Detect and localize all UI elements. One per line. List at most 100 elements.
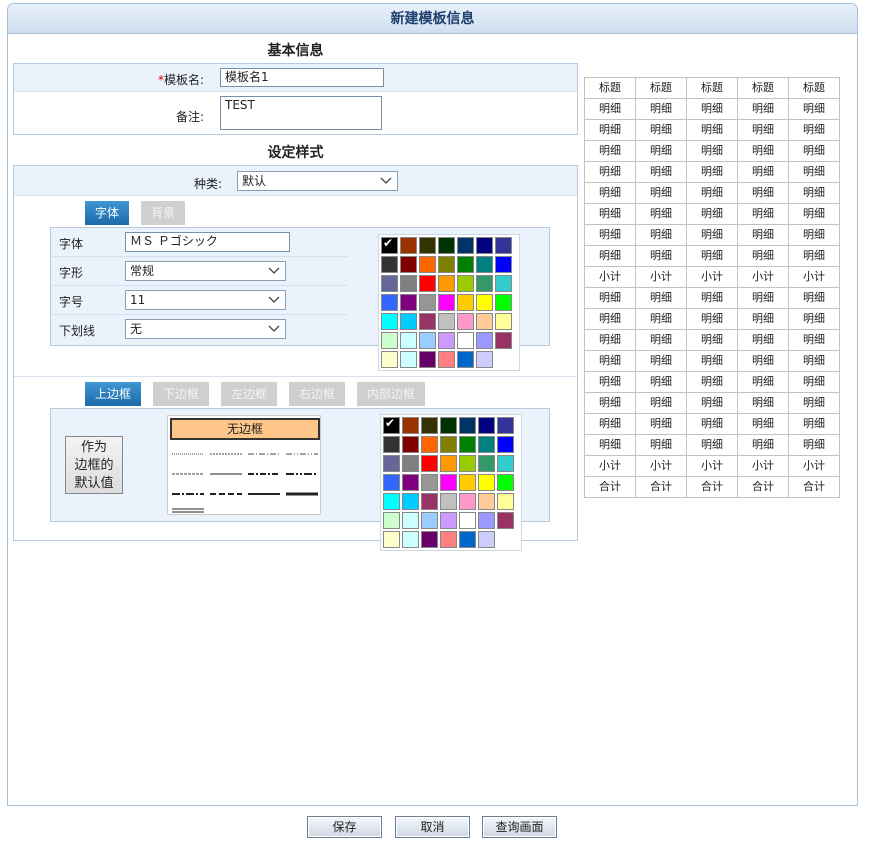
tab-right-border[interactable]: 右边框	[289, 382, 345, 406]
color-swatch[interactable]	[419, 332, 436, 349]
color-swatch[interactable]	[383, 531, 400, 548]
color-swatch[interactable]	[497, 493, 514, 510]
color-swatch[interactable]	[459, 531, 476, 548]
color-swatch[interactable]	[476, 351, 493, 368]
font-family-input[interactable]: ＭＳ Ｐゴシック	[125, 232, 290, 252]
color-swatch[interactable]	[457, 351, 474, 368]
color-swatch[interactable]	[383, 493, 400, 510]
color-swatch[interactable]	[495, 275, 512, 292]
color-swatch[interactable]	[421, 417, 438, 434]
color-swatch[interactable]	[495, 237, 512, 254]
color-swatch[interactable]	[476, 332, 493, 349]
color-swatch[interactable]	[438, 237, 455, 254]
color-swatch[interactable]: ✔	[383, 416, 400, 434]
color-swatch[interactable]	[457, 313, 474, 330]
color-swatch[interactable]	[421, 436, 438, 453]
color-swatch[interactable]	[400, 294, 417, 311]
color-swatch[interactable]	[402, 474, 419, 491]
color-swatch[interactable]	[440, 474, 457, 491]
color-swatch[interactable]	[476, 313, 493, 330]
color-swatch[interactable]	[495, 313, 512, 330]
color-swatch[interactable]	[381, 351, 398, 368]
color-swatch[interactable]	[400, 256, 417, 273]
color-swatch[interactable]	[457, 275, 474, 292]
tab-background[interactable]: 背景	[141, 201, 185, 225]
color-swatch[interactable]	[419, 351, 436, 368]
set-default-border-button[interactable]: 作为 边框的 默认值	[65, 436, 123, 494]
color-swatch[interactable]	[497, 512, 514, 529]
kind-select[interactable]: 默认	[237, 171, 398, 191]
color-swatch[interactable]	[497, 436, 514, 453]
color-swatch[interactable]	[497, 474, 514, 491]
color-swatch[interactable]	[459, 436, 476, 453]
color-swatch[interactable]	[402, 531, 419, 548]
color-swatch[interactable]	[495, 256, 512, 273]
color-swatch[interactable]	[457, 256, 474, 273]
color-swatch[interactable]	[400, 351, 417, 368]
query-screen-button[interactable]: 查询画面	[482, 816, 557, 838]
color-swatch[interactable]	[438, 332, 455, 349]
color-swatch[interactable]	[381, 294, 398, 311]
underline-select[interactable]: 无	[125, 319, 286, 339]
color-swatch[interactable]	[400, 237, 417, 254]
color-swatch[interactable]	[497, 417, 514, 434]
color-swatch[interactable]	[440, 512, 457, 529]
font-style-select[interactable]: 常规	[125, 261, 286, 281]
color-swatch[interactable]	[421, 455, 438, 472]
color-swatch[interactable]	[457, 294, 474, 311]
color-swatch[interactable]	[438, 313, 455, 330]
tab-left-border[interactable]: 左边框	[221, 382, 277, 406]
color-swatch[interactable]	[381, 256, 398, 273]
color-swatch[interactable]	[402, 493, 419, 510]
color-swatch[interactable]	[478, 493, 495, 510]
color-swatch[interactable]	[459, 474, 476, 491]
color-swatch[interactable]	[440, 493, 457, 510]
color-swatch[interactable]	[438, 294, 455, 311]
color-swatch[interactable]	[476, 237, 493, 254]
template-name-input[interactable]: 模板名1	[220, 68, 384, 87]
color-swatch[interactable]	[402, 455, 419, 472]
color-swatch[interactable]	[400, 332, 417, 349]
color-swatch[interactable]	[440, 531, 457, 548]
color-swatch[interactable]	[476, 256, 493, 273]
tab-bottom-border[interactable]: 下边框	[153, 382, 209, 406]
color-swatch[interactable]	[440, 436, 457, 453]
color-swatch[interactable]	[383, 512, 400, 529]
color-swatch[interactable]	[478, 474, 495, 491]
color-swatch[interactable]	[440, 417, 457, 434]
remark-textarea[interactable]: TEST	[220, 96, 382, 130]
color-swatch[interactable]	[419, 237, 436, 254]
color-swatch[interactable]	[478, 455, 495, 472]
color-swatch[interactable]	[421, 493, 438, 510]
color-swatch[interactable]	[419, 256, 436, 273]
color-swatch[interactable]	[400, 313, 417, 330]
color-swatch[interactable]	[438, 275, 455, 292]
tab-inner-border[interactable]: 内部边框	[357, 382, 425, 406]
color-swatch[interactable]	[459, 493, 476, 510]
color-swatch[interactable]	[402, 436, 419, 453]
color-swatch[interactable]	[495, 332, 512, 349]
font-size-select[interactable]: 11	[125, 290, 286, 310]
color-swatch[interactable]	[381, 275, 398, 292]
color-swatch[interactable]	[419, 294, 436, 311]
color-swatch[interactable]	[476, 275, 493, 292]
color-swatch[interactable]	[459, 417, 476, 434]
color-swatch[interactable]	[457, 237, 474, 254]
color-swatch[interactable]	[421, 531, 438, 548]
color-swatch[interactable]	[383, 474, 400, 491]
tab-top-border[interactable]: 上边框	[85, 382, 141, 406]
color-swatch[interactable]	[459, 455, 476, 472]
color-swatch[interactable]	[381, 332, 398, 349]
color-swatch[interactable]	[438, 351, 455, 368]
border-line-styles[interactable]	[168, 446, 322, 516]
color-swatch[interactable]	[421, 474, 438, 491]
color-swatch[interactable]	[402, 512, 419, 529]
color-swatch[interactable]: ✔	[381, 236, 398, 254]
color-swatch[interactable]	[459, 512, 476, 529]
color-swatch[interactable]	[457, 332, 474, 349]
color-swatch[interactable]	[402, 417, 419, 434]
color-swatch[interactable]	[383, 436, 400, 453]
color-swatch[interactable]	[381, 313, 398, 330]
tab-font[interactable]: 字体	[85, 201, 129, 225]
color-swatch[interactable]	[478, 417, 495, 434]
